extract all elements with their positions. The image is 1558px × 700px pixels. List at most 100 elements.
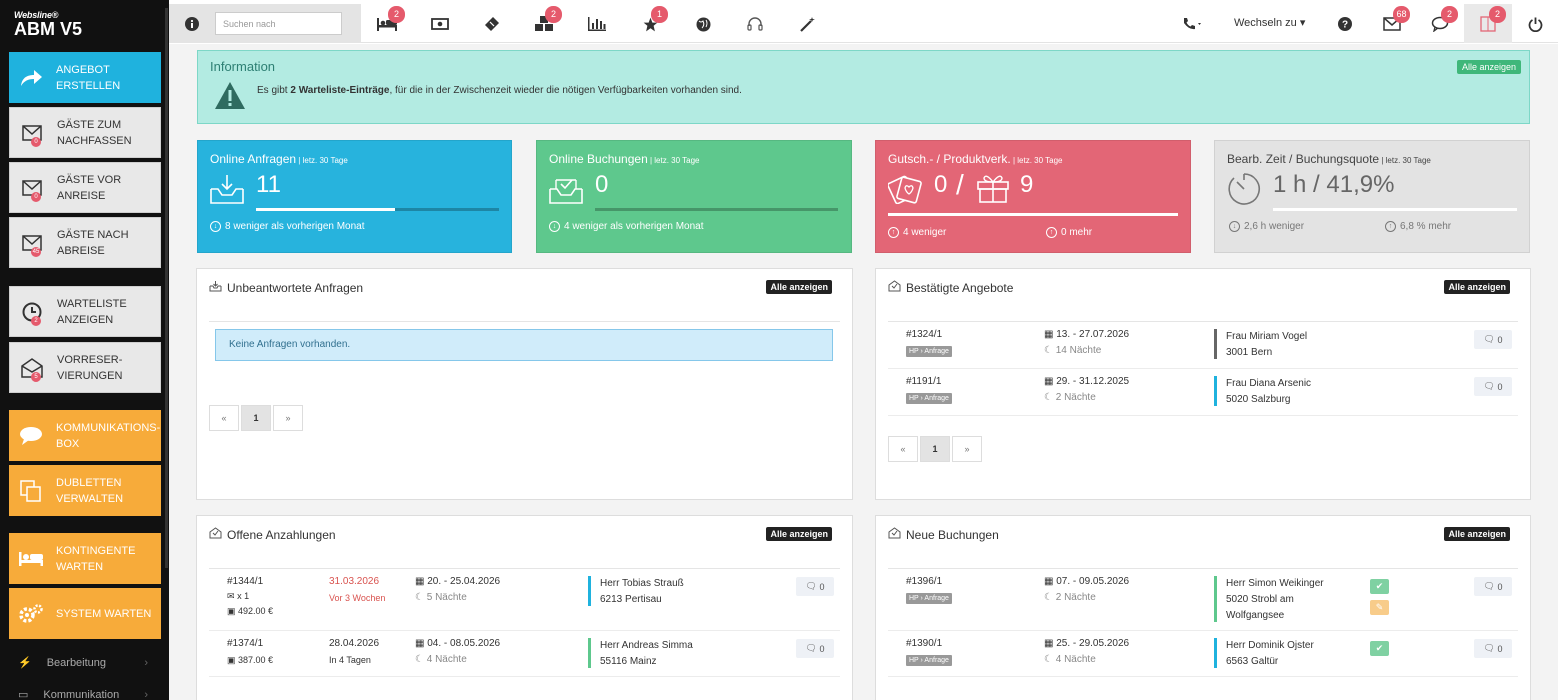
- app-logo[interactable]: Websline® ABM V5: [14, 10, 82, 38]
- guest-city: 5020 Salzburg: [1226, 394, 1291, 405]
- mail-icon[interactable]: 68: [1382, 6, 1410, 33]
- comments-icon: 🗨: [805, 643, 817, 653]
- info-message-post: , für die in der Zwischenzeit wieder die…: [389, 85, 742, 96]
- stat-title: Gutsch.- / Produktverk. | letz. 30 Tage: [888, 152, 1062, 166]
- pagination-prev[interactable]: «: [888, 436, 918, 462]
- edit-button[interactable]: ✎: [1370, 600, 1389, 615]
- copy-icon: [17, 477, 45, 505]
- pagination-page[interactable]: 1: [920, 436, 950, 462]
- cubes-icon[interactable]: 2: [534, 6, 562, 33]
- sidebar-link-kommunikation[interactable]: ▭ Kommunikation ›: [18, 688, 148, 700]
- pagination-next[interactable]: »: [952, 436, 982, 462]
- deposit-id[interactable]: #1374/1: [227, 638, 263, 649]
- sidebar-item-dubletten[interactable]: DUBLETTEN VERWALTEN: [9, 465, 161, 516]
- star-icon[interactable]: 1: [640, 6, 668, 33]
- confirmed-check-button[interactable]: ✔: [1370, 579, 1389, 594]
- help-icon[interactable]: ?: [1335, 15, 1355, 33]
- table-row[interactable]: #1374/1 ▣ 387.00 € 28.04.2026 In 4 Tagen…: [209, 631, 840, 677]
- comments-button[interactable]: 🗨 0: [1474, 330, 1512, 349]
- comments-button[interactable]: 🗨 0: [1474, 377, 1512, 396]
- confirmed-check-button[interactable]: ✔: [1370, 641, 1389, 656]
- guest-name[interactable]: Frau Miriam Vogel: [1226, 331, 1307, 342]
- info-message-link[interactable]: 2 Warteliste-Einträge: [290, 85, 389, 96]
- sidebar-item-kontingente[interactable]: KONTINGENTE WARTEN: [9, 533, 161, 584]
- stat-online-buchungen[interactable]: Online Buchungen | letz. 30 Tage 0 ↓ 4 we…: [536, 140, 852, 253]
- table-row[interactable]: #1344/1 ✉ x 1 ▣ 492.00 € 31.03.2026 Vor …: [209, 569, 840, 631]
- show-all-button[interactable]: Alle anzeigen: [1444, 280, 1510, 294]
- booking-id[interactable]: #1390/1: [906, 638, 942, 649]
- money-icon[interactable]: [430, 15, 450, 33]
- gears-icon: [17, 600, 45, 628]
- sidebar-item-angebot-erstellen[interactable]: ANGEBOT ERSTELLEN: [9, 52, 161, 103]
- stay-dates-text: 20. - 25.04.2026: [427, 576, 501, 587]
- stat-period: | letz. 30 Tage: [1010, 156, 1063, 165]
- comments-button[interactable]: 🗨 0: [796, 577, 834, 596]
- comments-button[interactable]: 🗨 0: [1474, 577, 1512, 596]
- booking-tag: HP › Anfrage: [906, 593, 952, 604]
- guest-name[interactable]: Herr Andreas Simma: [600, 640, 693, 651]
- headset-icon[interactable]: [745, 15, 765, 33]
- sidebar-item-gaeste-nach-abreise[interactable]: 45 GÄSTE NACH ABREISE: [9, 217, 161, 268]
- sidebar-item-label: KOMMUNIKATIONS-BOX: [56, 421, 161, 450]
- stat-title-text: Gutsch.- / Produktverk.: [888, 152, 1011, 166]
- sidebar-item-vorreservierungen[interactable]: 5 VORRESER-VIERUNGEN: [9, 342, 161, 393]
- guest-name[interactable]: Herr Tobias Strauß: [600, 578, 684, 589]
- globe-icon[interactable]: [693, 15, 713, 33]
- guest-color-bar: [1214, 576, 1217, 622]
- deposit-id[interactable]: #1344/1: [227, 576, 263, 587]
- offer-id[interactable]: #1324/1: [906, 329, 942, 340]
- show-all-button[interactable]: Alle anzeigen: [766, 527, 832, 541]
- show-all-button[interactable]: Alle anzeigen: [766, 280, 832, 294]
- stay-dates-text: 04. - 08.05.2026: [427, 638, 501, 649]
- table-row[interactable]: #1396/1 HP › Anfrage ▦ 07. - 09.05.2026 …: [888, 569, 1518, 631]
- offer-id[interactable]: #1191/1: [906, 376, 941, 387]
- deposit-mail-count: x 1: [237, 591, 250, 601]
- sidebar-item-gaeste-nachfassen[interactable]: 0 GÄSTE ZUM NACHFASSEN: [9, 107, 161, 158]
- bar-chart-icon[interactable]: [587, 15, 607, 33]
- info-icon[interactable]: [182, 15, 202, 33]
- calendar-icon: ▦: [1044, 329, 1054, 340]
- switch-to-dropdown[interactable]: Wechseln zu ▾: [1234, 16, 1305, 29]
- guest-info: Herr Andreas Simma 55116 Mainz: [600, 638, 693, 670]
- sidebar-scrollbar[interactable]: [165, 8, 168, 568]
- comments-button[interactable]: 🗨 0: [796, 639, 834, 658]
- sidebar: Websline® ABM V5 ANGEBOT ERSTELLEN 0 GÄS…: [0, 0, 169, 700]
- table-row[interactable]: #1390/1 HP › Anfrage ▦ 25. - 29.05.2026 …: [888, 631, 1518, 677]
- stat-gutscheine-produkte[interactable]: Gutsch.- / Produktverk. | letz. 30 Tage …: [875, 140, 1191, 253]
- stat-title: Online Buchungen | letz. 30 Tage: [549, 152, 700, 166]
- check-icon: ✔: [1375, 581, 1384, 591]
- info-show-all-button[interactable]: Alle anzeigen: [1456, 60, 1521, 74]
- envelope-icon: 0: [18, 119, 46, 147]
- booking-id[interactable]: #1396/1: [906, 576, 942, 587]
- power-icon[interactable]: [1525, 15, 1545, 33]
- pagination-prev[interactable]: «: [209, 405, 239, 431]
- bed-icon[interactable]: 2: [377, 6, 405, 33]
- sidebar-item-warteliste[interactable]: 2 WARTELISTE ANZEIGEN: [9, 286, 161, 337]
- sidebar-item-system-warten[interactable]: SYSTEM WARTEN: [9, 588, 161, 639]
- pagination-page[interactable]: 1: [241, 405, 271, 431]
- magic-wand-icon[interactable]: [798, 15, 818, 33]
- guest-color-bar: [1214, 638, 1217, 668]
- comments-button[interactable]: 🗨 0: [1474, 639, 1512, 658]
- ticket-icon[interactable]: [482, 15, 502, 33]
- sidebar-item-kommunikationsbox[interactable]: KOMMUNIKATIONS-BOX: [9, 410, 161, 461]
- offer-tag: HP › Anfrage: [906, 393, 952, 404]
- table-row[interactable]: #1324/1 HP › Anfrage ▦ 13. - 27.07.2026 …: [888, 322, 1518, 369]
- guest-info: Herr Tobias Strauß 6213 Pertisau: [600, 576, 684, 608]
- show-all-button[interactable]: Alle anzeigen: [1444, 527, 1510, 541]
- sidebar-item-label: GÄSTE NACH ABREISE: [57, 228, 129, 257]
- search-input[interactable]: [215, 12, 342, 35]
- split-panel-icon[interactable]: 2: [1478, 6, 1506, 33]
- table-row[interactable]: #1191/1 HP › Anfrage ▦ 29. - 31.12.2025 …: [888, 369, 1518, 416]
- guest-name[interactable]: Herr Simon Weikinger: [1226, 578, 1324, 589]
- guest-name[interactable]: Frau Diana Arsenic: [1226, 378, 1311, 389]
- stat-period: | letz. 30 Tage: [296, 156, 348, 165]
- guest-name[interactable]: Herr Dominik Ojster: [1226, 640, 1314, 651]
- sidebar-link-bearbeitung[interactable]: ⚡ Bearbeitung ›: [18, 656, 148, 670]
- sidebar-item-gaeste-vor-anreise[interactable]: 0 GÄSTE VOR ANREISE: [9, 162, 161, 213]
- chat-icon[interactable]: 2: [1430, 6, 1458, 33]
- stat-online-anfragen[interactable]: Online Anfragen | letz. 30 Tage 11 ↓ 8 we…: [197, 140, 512, 253]
- pagination-next[interactable]: »: [273, 405, 303, 431]
- phone-dropdown-icon[interactable]: [1180, 15, 1204, 33]
- stat-bearbeitungszeit[interactable]: Bearb. Zeit / Buchungsquote | letz. 30 T…: [1214, 140, 1530, 253]
